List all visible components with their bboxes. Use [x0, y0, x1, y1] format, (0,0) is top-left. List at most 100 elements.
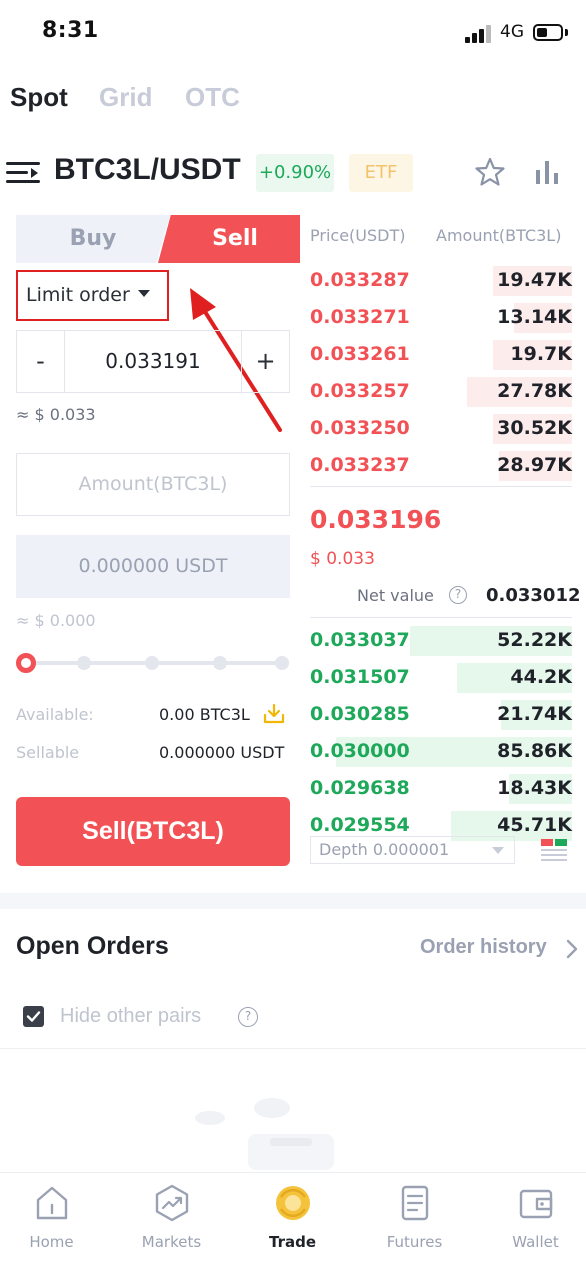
ask-amount: 30.52K	[497, 417, 572, 439]
tab-otc[interactable]: OTC	[185, 82, 240, 113]
bid-price: 0.030000	[310, 740, 410, 762]
price-input[interactable]: 0.033191	[65, 331, 241, 392]
nav-label: Markets	[141, 1233, 202, 1251]
amount-slider-thumb[interactable]	[16, 653, 36, 673]
tab-spot[interactable]: Spot	[10, 82, 68, 113]
ask-price: 0.033237	[310, 454, 410, 476]
last-price-usd: $ 0.033	[310, 549, 375, 569]
wallet-icon	[519, 1189, 552, 1219]
star-icon[interactable]	[474, 156, 506, 188]
nav-home[interactable]: Home	[0, 1183, 110, 1251]
ask-row[interactable]: 0.033237 28.97K	[310, 450, 572, 482]
ask-row[interactable]: 0.033257 27.78K	[310, 376, 572, 408]
battery-icon	[533, 24, 563, 41]
ask-amount: 28.97K	[497, 454, 572, 476]
slider-step-50[interactable]	[145, 656, 159, 670]
slider-step-100[interactable]	[275, 656, 289, 670]
network-type: 4G	[500, 22, 524, 42]
order-type-label: Limit order	[26, 284, 130, 306]
bid-row[interactable]: 0.029638 18.43K	[310, 773, 572, 805]
ask-row[interactable]: 0.033261 19.7K	[310, 339, 572, 371]
nav-futures[interactable]: Futures	[356, 1183, 473, 1251]
total-usd-approx: ≈ $ 0.000	[16, 611, 96, 630]
ask-amount: 13.14K	[497, 306, 572, 328]
bid-row[interactable]: 0.030000 85.86K	[310, 736, 572, 768]
bid-price: 0.033037	[310, 629, 410, 651]
nav-wallet[interactable]: Wallet	[477, 1183, 586, 1251]
ask-price: 0.033271	[310, 306, 410, 328]
transfer-in-icon[interactable]	[262, 703, 286, 725]
ask-amount: 19.7K	[510, 343, 572, 365]
depth-select-value: Depth 0.000001	[319, 840, 450, 859]
sell-tab[interactable]: Sell	[158, 215, 300, 263]
tab-grid[interactable]: Grid	[99, 82, 152, 113]
order-type-dropdown[interactable]: Limit order	[16, 270, 169, 321]
bid-amount: 45.71K	[497, 814, 572, 836]
caret-down-icon	[137, 290, 150, 297]
markets-icon	[155, 1184, 188, 1222]
available-label: Available:	[16, 705, 94, 724]
price-change-badge: +0.90%	[256, 154, 334, 192]
pair-menu-icon[interactable]	[6, 160, 40, 186]
empty-state-illustration	[195, 1098, 334, 1170]
net-value-label: Net value	[357, 586, 434, 605]
orderbook-layout-icon[interactable]	[539, 836, 569, 864]
last-price: 0.033196	[310, 505, 442, 534]
slider-step-75[interactable]	[213, 656, 227, 670]
ob-amount-header: Amount(BTC3L)	[436, 226, 562, 245]
pair-symbol[interactable]: BTC3L/USDT	[54, 153, 241, 187]
ask-amount: 27.78K	[497, 380, 572, 402]
sellable-label: Sellable	[16, 743, 80, 762]
bottom-nav: Home Markets Trade Futures Wallet	[0, 1172, 586, 1280]
bid-price: 0.030285	[310, 703, 410, 725]
buy-tab[interactable]: Buy	[16, 215, 170, 263]
price-usd-approx: ≈ $ 0.033	[16, 405, 96, 424]
status-time: 8:31	[42, 18, 99, 43]
price-decrease-button[interactable]: -	[17, 331, 65, 392]
order-history-link[interactable]: Order history	[420, 936, 547, 959]
help-icon[interactable]: ?	[238, 1007, 258, 1027]
nav-label: Home	[29, 1233, 74, 1251]
ob-price-header: Price(USDT)	[310, 226, 406, 245]
nav-trade[interactable]: Trade	[234, 1183, 351, 1251]
open-orders-title: Open Orders	[16, 932, 169, 960]
sellable-value: 0.000000 USDT	[159, 743, 285, 762]
ask-amount: 19.47K	[497, 269, 572, 291]
bid-row[interactable]: 0.030285 21.74K	[310, 699, 572, 731]
chart-icon[interactable]	[533, 158, 561, 186]
price-increase-button[interactable]: +	[241, 331, 289, 392]
hide-pairs-label[interactable]: Hide other pairs	[60, 1005, 201, 1028]
ask-row[interactable]: 0.033250 30.52K	[310, 413, 572, 445]
bid-amount: 21.74K	[497, 703, 572, 725]
ask-price: 0.033287	[310, 269, 410, 291]
nav-label: Trade	[268, 1233, 316, 1251]
bid-price: 0.031507	[310, 666, 410, 688]
futures-icon	[401, 1185, 428, 1221]
bid-amount: 18.43K	[497, 777, 572, 799]
chevron-right-icon[interactable]	[565, 938, 579, 960]
amount-input[interactable]: Amount(BTC3L)	[16, 453, 290, 516]
bid-price: 0.029554	[310, 814, 410, 836]
slider-step-25[interactable]	[77, 656, 91, 670]
trade-icon	[275, 1186, 310, 1220]
signal-icon	[465, 25, 493, 43]
ask-row[interactable]: 0.033287 19.47K	[310, 265, 572, 297]
total-field[interactable]: 0.000000 USDT	[16, 535, 290, 598]
etf-badge: ETF	[349, 154, 413, 192]
bid-row[interactable]: 0.033037 52.22K	[310, 625, 572, 657]
bid-amount: 52.22K	[497, 629, 572, 651]
net-value: 0.033012	[486, 585, 581, 606]
ask-price: 0.033250	[310, 417, 410, 439]
nav-label: Futures	[386, 1233, 443, 1251]
price-stepper: - 0.033191 +	[16, 330, 290, 393]
hide-pairs-checkbox[interactable]	[23, 1006, 44, 1027]
help-icon[interactable]: ?	[449, 586, 467, 604]
check-icon	[26, 1011, 41, 1022]
ask-row[interactable]: 0.033271 13.14K	[310, 302, 572, 334]
nav-markets[interactable]: Markets	[113, 1183, 230, 1251]
bid-row[interactable]: 0.031507 44.2K	[310, 662, 572, 694]
depth-select[interactable]: Depth 0.000001	[310, 836, 515, 864]
ask-price: 0.033261	[310, 343, 410, 365]
bid-amount: 44.2K	[510, 666, 572, 688]
sell-submit-button[interactable]: Sell(BTC3L)	[16, 797, 290, 866]
